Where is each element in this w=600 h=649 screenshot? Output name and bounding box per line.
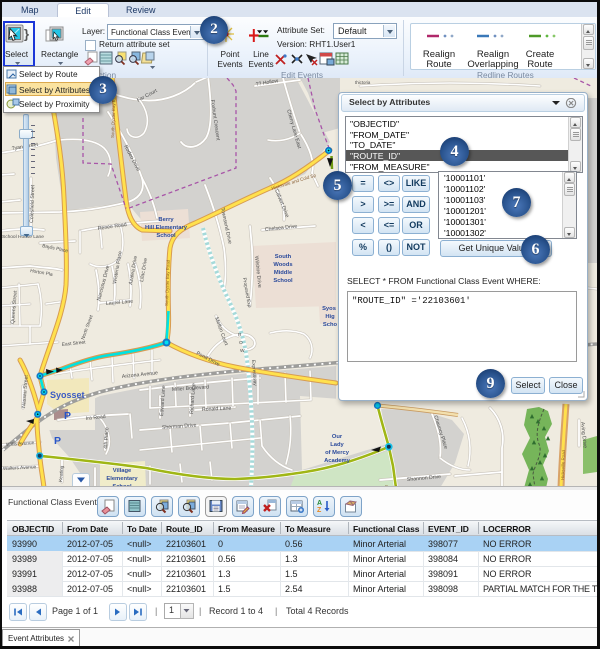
svg-text:South: South (275, 254, 292, 260)
svg-text:thictoria: thictoria (355, 80, 371, 85)
svg-text:P: P (64, 410, 71, 422)
svg-text:School: School (273, 278, 293, 284)
svg-text:Hig: Hig (325, 314, 335, 320)
svg-text:Woods: Woods (273, 262, 292, 268)
svg-text:Chelsea Drive: Chelsea Drive (265, 224, 298, 233)
svg-text:North Street: North Street (80, 314, 95, 341)
svg-text:R: R (238, 332, 242, 338)
svg-text:Our: Our (332, 434, 343, 440)
svg-text:Walters Avenue: Walters Avenue (3, 464, 37, 472)
svg-text:School: School (156, 233, 176, 239)
svg-text:of Mercy: of Mercy (325, 450, 350, 456)
svg-text:Scho: Scho (323, 322, 338, 328)
svg-text:Academy: Academy (324, 458, 351, 464)
svg-text:P: P (54, 435, 61, 447)
svg-text:Hicksville Road: Hicksville Road (560, 449, 566, 480)
svg-text:Arizona Avenue: Arizona Avenue (122, 370, 159, 380)
svg-text:Middle: Middle (274, 270, 293, 276)
svg-text:Berry: Berry (158, 217, 174, 223)
svg-text:A: A (317, 500, 322, 507)
svg-text:}: } (24, 27, 29, 42)
svg-text:Lady: Lady (330, 442, 344, 448)
svg-text:Calvert Drive: Calvert Drive (273, 189, 290, 219)
svg-text:East Street: East Street (62, 339, 87, 348)
svg-text:W: W (240, 348, 245, 354)
svg-text:Hill Elementary: Hill Elementary (145, 225, 188, 231)
svg-text:Nassau Street: Nassau Street (21, 374, 30, 408)
svg-text:Elementary: Elementary (106, 476, 138, 482)
svg-text:Keating: Keating (58, 465, 65, 482)
svg-text:Village: Village (113, 468, 132, 474)
svg-text:O: O (239, 340, 243, 346)
svg-text:Syosset: Syosset (50, 390, 85, 400)
svg-text:Willis Avenue: Willis Avenue (6, 440, 35, 448)
svg-text:Lilac Drive: Lilac Drive (139, 257, 149, 282)
svg-text:Queens Street: Queens Street (10, 290, 19, 324)
svg-text:Z: Z (317, 507, 322, 514)
svg-text:Syos: Syos (322, 306, 336, 312)
